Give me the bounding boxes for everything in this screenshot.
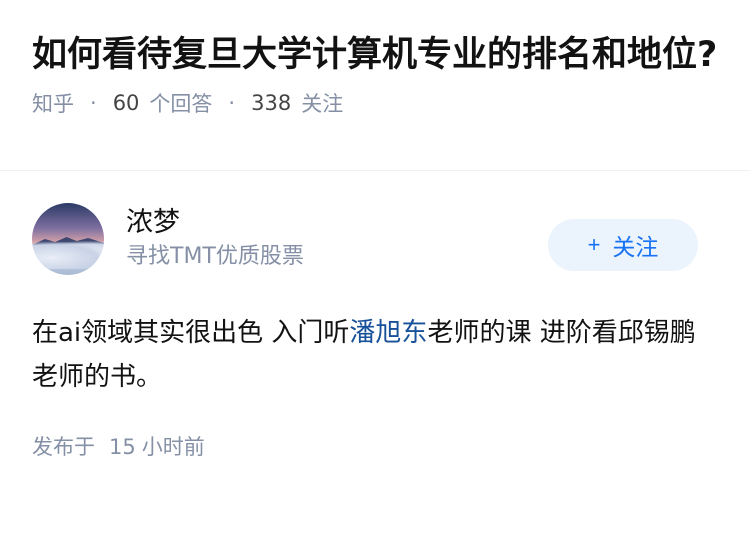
question-meta: 知乎 · 60 个回答 · 338 关注 bbox=[32, 88, 718, 118]
follower-count-label: 关注 bbox=[301, 92, 344, 116]
follow-button-label: 关注 bbox=[612, 234, 659, 260]
avatar[interactable] bbox=[32, 203, 104, 275]
source-label[interactable]: 知乎 bbox=[32, 88, 74, 118]
time-value: 15 bbox=[109, 435, 136, 459]
time-prefix: 发布于 bbox=[32, 435, 95, 459]
answer-content: 在ai领域其实很出色 入门听潘旭东老师的课 进阶看邱锡鹏老师的书。 bbox=[32, 311, 712, 399]
avatar-cloud bbox=[32, 241, 104, 269]
question-header: 如何看待复旦大学计算机专业的排名和地位? 知乎 · 60 个回答 · 338 关… bbox=[0, 0, 750, 170]
time-unit: 小时前 bbox=[141, 435, 205, 459]
answer-time: 发布于 15 小时前 bbox=[32, 431, 718, 461]
follow-button[interactable]: + 关注 bbox=[548, 219, 698, 271]
question-title[interactable]: 如何看待复旦大学计算机专业的排名和地位? bbox=[32, 30, 718, 80]
meta-separator: · bbox=[90, 91, 97, 115]
plus-icon: + bbox=[587, 232, 601, 257]
follower-count: 338 bbox=[251, 91, 292, 115]
meta-separator: · bbox=[228, 91, 236, 115]
answer-link[interactable]: 潘旭东 bbox=[349, 318, 427, 348]
answer-card: 浓梦 寻找TMT优质股票 + 关注 在ai领域其实很出色 入门听潘旭东老师的课 … bbox=[0, 171, 750, 461]
answer-text: 在ai领域其实很出色 入门听 bbox=[32, 318, 350, 348]
answer-count: 60 bbox=[112, 91, 140, 115]
answer-count-label: 个回答 bbox=[149, 92, 213, 116]
